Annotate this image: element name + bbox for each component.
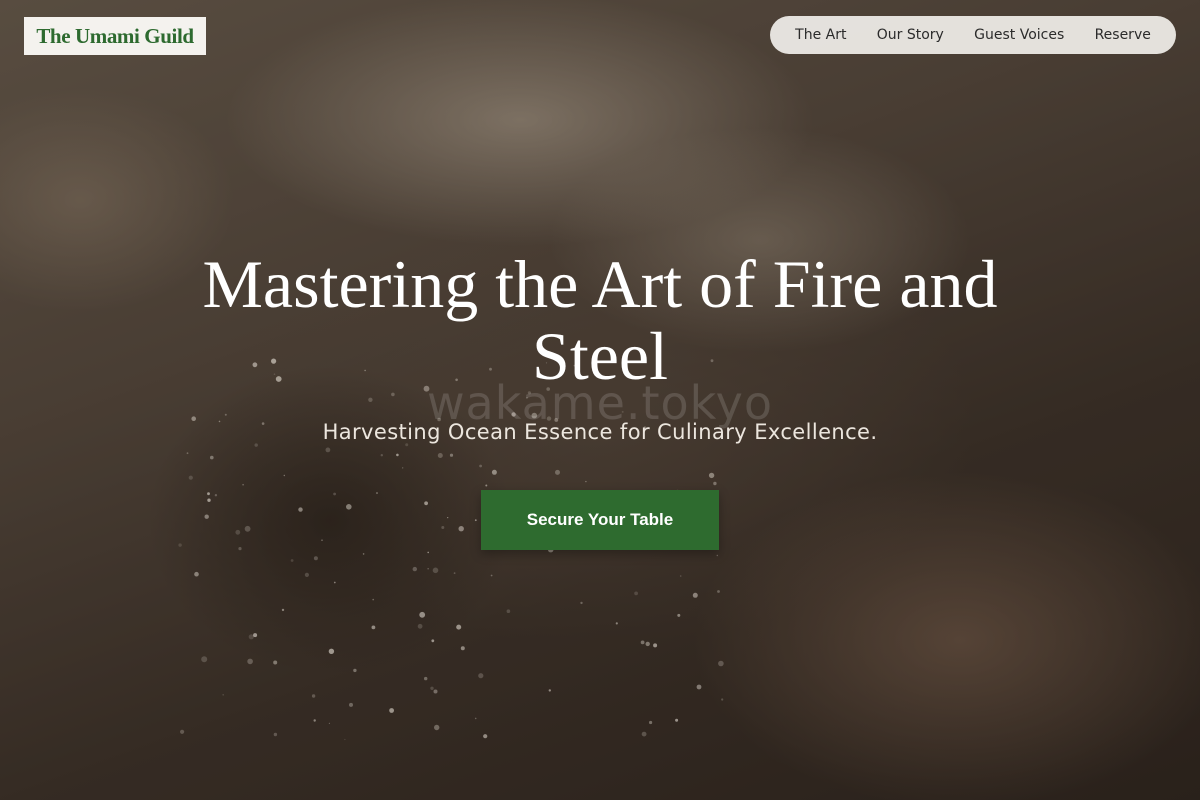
nav-link-guest-voices[interactable]: Guest Voices <box>974 27 1064 43</box>
secure-table-button[interactable]: Secure Your Table <box>481 490 719 550</box>
site-logo[interactable]: The Umami Guild <box>24 17 206 55</box>
nav-link-our-story[interactable]: Our Story <box>877 27 944 43</box>
nav-link-reserve[interactable]: Reserve <box>1095 27 1151 43</box>
hero-title: Mastering the Art of Fire and Steel <box>202 246 998 394</box>
hero-subtitle: Harvesting Ocean Essence for Culinary Ex… <box>322 420 878 444</box>
nav-link-the-art[interactable]: The Art <box>795 27 846 43</box>
main-nav: The Art Our Story Guest Voices Reserve <box>770 16 1176 54</box>
